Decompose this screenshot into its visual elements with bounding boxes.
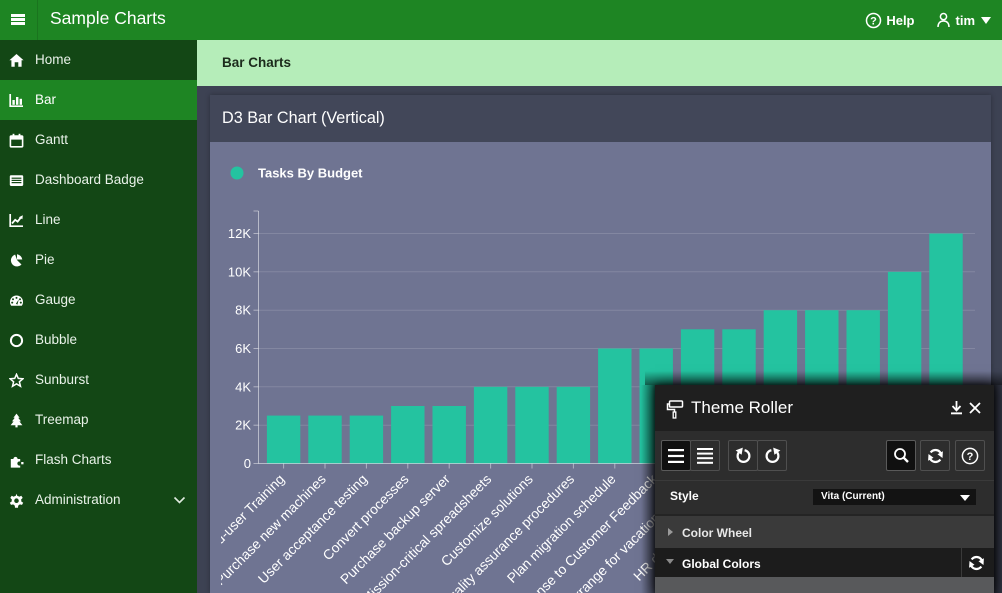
svg-text:8K: 8K [235, 303, 251, 318]
svg-text:4K: 4K [235, 379, 251, 394]
svg-text:?: ? [870, 15, 877, 27]
svg-text:0: 0 [244, 456, 251, 471]
svg-text:12K: 12K [228, 226, 251, 241]
svg-text:Tasks By Budget: Tasks By Budget [258, 166, 363, 181]
svg-text:?: ? [967, 451, 974, 463]
svg-text:10K: 10K [228, 264, 251, 279]
svg-text:2K: 2K [235, 418, 251, 433]
svg-text:6K: 6K [235, 341, 251, 356]
